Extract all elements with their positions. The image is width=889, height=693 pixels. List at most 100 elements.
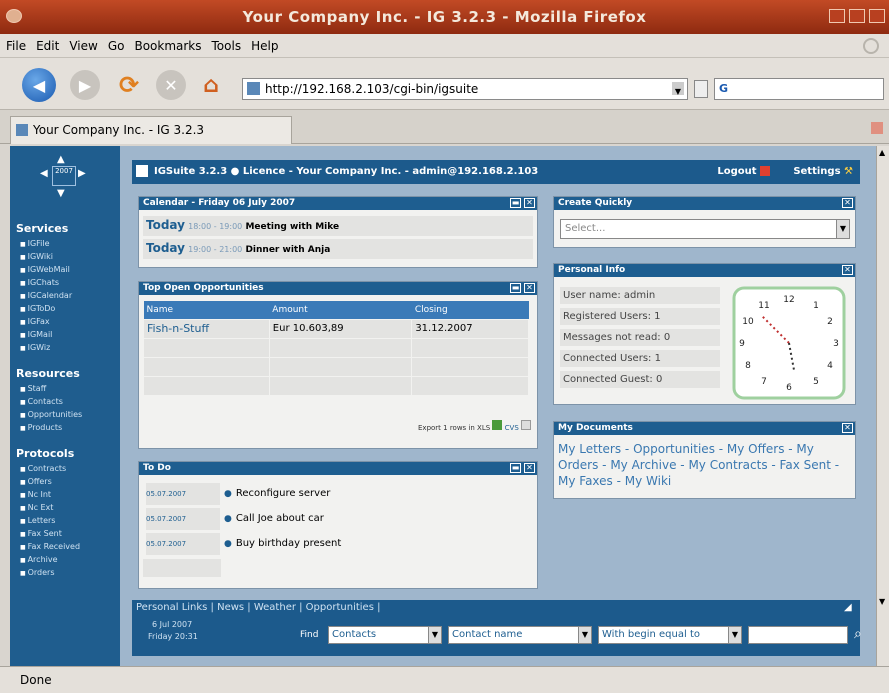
stop-icon[interactable]: ✕ (156, 70, 186, 100)
todo-item[interactable]: 05.07.2007 ● Reconfigure server (143, 483, 533, 505)
find-in-select[interactable]: Contacts ▼ (328, 626, 442, 644)
url-text: http://192.168.2.103/cgi-bin/igsuite (265, 82, 479, 96)
find-label: Find (300, 630, 319, 640)
url-bar[interactable]: http://192.168.2.103/cgi-bin/igsuite ▼ (242, 78, 688, 100)
back-icon[interactable]: ◀ (22, 68, 56, 102)
create-quickly-close-icon[interactable]: ✕ (842, 198, 853, 208)
menu-help[interactable]: Help (251, 39, 278, 53)
up-arrow-icon[interactable]: ▲ (57, 154, 65, 165)
maximize-button[interactable] (849, 9, 865, 23)
search-input[interactable]: G (714, 78, 884, 100)
find-field-select[interactable]: Contact name ▼ (448, 626, 592, 644)
year-box[interactable]: 2007 (52, 166, 76, 186)
menu-tools[interactable]: Tools (212, 39, 242, 53)
select-arrow-icon[interactable]: ▼ (728, 627, 741, 643)
menu-file[interactable]: File (6, 39, 26, 53)
sidebar-item[interactable]: Archive (10, 554, 120, 567)
search-icon[interactable]: ⌕ (854, 626, 862, 642)
documents-links[interactable]: My Letters - Opportunities - My Offers -… (554, 435, 855, 495)
sidebar-item[interactable]: Orders (10, 567, 120, 580)
sidebar-item[interactable]: IGWiki (10, 251, 120, 264)
forward-icon[interactable]: ▶ (70, 70, 100, 100)
right-arrow-icon[interactable]: ▶ (78, 168, 86, 179)
export-csv-link[interactable]: CVS (505, 424, 519, 432)
reload-icon[interactable]: ⟳ (114, 70, 144, 100)
sidebar-item[interactable]: IGFile (10, 238, 120, 251)
sidebar-item[interactable]: Contracts (10, 463, 120, 476)
csv-icon[interactable] (521, 420, 531, 430)
calendar-close-icon[interactable]: ✕ (524, 198, 535, 208)
sidebar-item[interactable]: Offers (10, 476, 120, 489)
personal-info-row: Connected Guest: 0 (560, 371, 720, 388)
column-header-name[interactable]: Name (143, 301, 270, 319)
select-arrow-icon[interactable]: ▼ (836, 220, 849, 238)
settings-link[interactable]: Settings ⚒ (793, 160, 854, 184)
calendar-event[interactable]: Today 18:00 - 19:00 Meeting with Mike (143, 216, 533, 236)
opportunities-minimize-icon[interactable]: ▬ (510, 283, 521, 293)
close-button[interactable] (869, 9, 885, 23)
sidebar-item[interactable]: IGToDo (10, 303, 120, 316)
todo-date: 05.07.2007 (146, 508, 220, 530)
sidebar-item[interactable]: IGWiz (10, 342, 120, 355)
create-quickly-select[interactable]: Select... ▼ (560, 219, 850, 239)
minimize-button[interactable] (829, 9, 845, 23)
go-icon[interactable] (694, 80, 708, 98)
status-text: Done (20, 673, 52, 687)
home-icon[interactable]: ⌂ (196, 70, 226, 100)
sidebar-item[interactable]: Fax Sent (10, 528, 120, 541)
calendar-minimize-icon[interactable]: ▬ (510, 198, 521, 208)
todo-item[interactable]: 05.07.2007 ● Buy birthday present (143, 533, 533, 555)
sidebar-item[interactable]: Opportunities (10, 409, 120, 422)
sidebar-item[interactable]: IGCalendar (10, 290, 120, 303)
sidebar-item[interactable]: IGFax (10, 316, 120, 329)
url-dropdown-icon[interactable]: ▼ (672, 82, 684, 96)
select-arrow-icon[interactable]: ▼ (578, 627, 591, 643)
export-xls-link[interactable]: Export 1 rows in XLS (418, 424, 490, 432)
todo-item[interactable]: 05.07.2007 ● Call Joe about car (143, 508, 533, 530)
select-arrow-icon[interactable]: ▼ (428, 627, 441, 643)
scroll-up-icon[interactable]: ▲ (879, 148, 885, 157)
column-header-closing[interactable]: Closing (411, 301, 529, 319)
excel-icon[interactable] (492, 420, 503, 430)
table-row[interactable]: Fish-n-Stuff Eur 10.603,89 31.12.2007 (143, 318, 529, 339)
sidebar-item[interactable]: Letters (10, 515, 120, 528)
page-scrollbar[interactable]: ▲ ▼ (876, 146, 889, 666)
window-menu-icon[interactable] (6, 9, 22, 23)
down-arrow-icon[interactable]: ▼ (57, 188, 65, 199)
menu-view[interactable]: View (69, 39, 97, 53)
app-logo-icon (136, 165, 148, 177)
documents-header: My Documents ✕ (554, 422, 855, 435)
cell-name[interactable]: Fish-n-Stuff (143, 318, 270, 339)
sidebar-item[interactable]: Nc Int (10, 489, 120, 502)
tab-close-icon[interactable] (871, 122, 883, 134)
sidebar-item[interactable]: Nc Ext (10, 502, 120, 515)
todo-text: Buy birthday present (235, 538, 342, 549)
browser-tab[interactable]: Your Company Inc. - IG 3.2.3 (10, 116, 292, 144)
sidebar-item[interactable]: IGChats (10, 277, 120, 290)
menu-bookmarks[interactable]: Bookmarks (134, 39, 201, 53)
documents-close-icon[interactable]: ✕ (842, 423, 853, 433)
find-query-input[interactable] (748, 626, 848, 644)
search-engine-icon[interactable]: G (719, 82, 728, 95)
column-header-amount[interactable]: Amount (269, 301, 412, 319)
todo-close-icon[interactable]: ✕ (524, 463, 535, 473)
export-bar: Export 1 rows in XLS CVS (418, 420, 531, 432)
menu-go[interactable]: Go (108, 39, 125, 53)
sidebar-item[interactable]: Fax Received (10, 541, 120, 554)
logout-link[interactable]: Logout (717, 160, 770, 184)
sidebar-item[interactable]: Products (10, 422, 120, 435)
sidebar-item[interactable]: Staff (10, 383, 120, 396)
find-mode-select[interactable]: With begin equal to ▼ (598, 626, 742, 644)
todo-minimize-icon[interactable]: ▬ (510, 463, 521, 473)
menu-edit[interactable]: Edit (36, 39, 59, 53)
bottom-links[interactable]: Personal Links | News | Weather | Opport… (136, 602, 380, 613)
opportunities-close-icon[interactable]: ✕ (524, 283, 535, 293)
personal-info-close-icon[interactable]: ✕ (842, 265, 853, 275)
calendar-event[interactable]: Today 19:00 - 21:00 Dinner with Anja (143, 239, 533, 259)
sidebar-item[interactable]: Contacts (10, 396, 120, 409)
sidebar-item[interactable]: IGWebMail (10, 264, 120, 277)
left-arrow-icon[interactable]: ◀ (40, 168, 48, 179)
feed-icon[interactable]: ◢ (844, 602, 856, 614)
sidebar-item[interactable]: IGMail (10, 329, 120, 342)
scroll-down-icon[interactable]: ▼ (879, 597, 885, 606)
